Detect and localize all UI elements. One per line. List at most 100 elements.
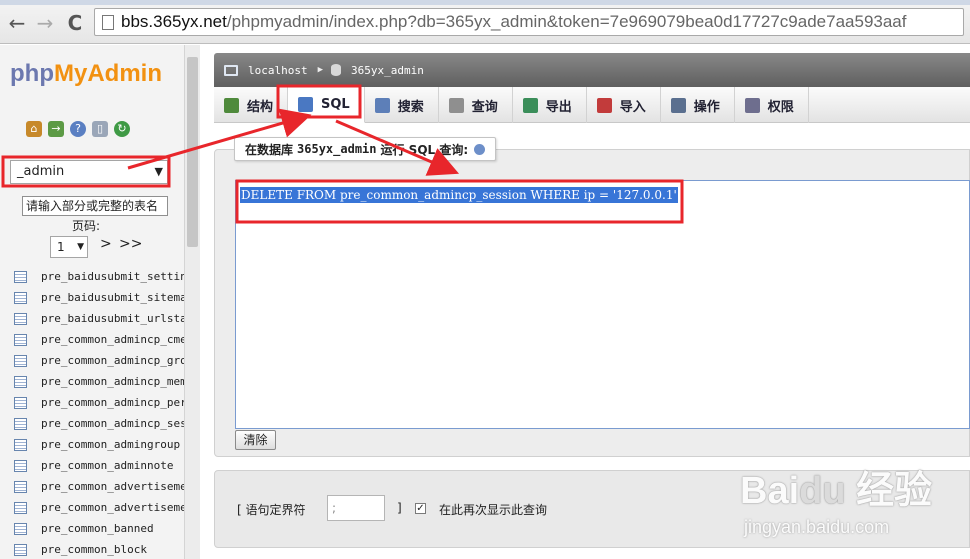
home-icon[interactable]: ⌂	[26, 121, 42, 137]
url-text[interactable]: bbs.365yx.net/phpmyadmin/index.php?db=36…	[121, 12, 907, 32]
breadcrumb-database[interactable]: 365yx_admin	[351, 64, 424, 77]
table-name[interactable]: pre_common_admingroup	[41, 438, 180, 451]
tab-label: 结构	[247, 99, 274, 115]
query-icon	[448, 97, 464, 113]
logout-icon[interactable]: →	[48, 121, 64, 137]
structure-icon	[224, 97, 239, 113]
docs-icon[interactable]: ▯	[92, 121, 108, 137]
table-name[interactable]: pre_baidusubmit_sitemap	[41, 291, 184, 304]
table-icon[interactable]	[14, 480, 27, 493]
tab-sql[interactable]: SQL	[288, 87, 365, 123]
table-icon[interactable]	[14, 333, 27, 346]
table-icon[interactable]	[14, 438, 27, 451]
quick-links: ⌂ → ? ▯ ↻	[26, 121, 130, 137]
tab-label: 导入	[619, 99, 646, 115]
table-name[interactable]: pre_common_block	[41, 543, 147, 556]
browser-tabstrip	[0, 0, 970, 5]
table-name[interactable]: pre_common_advertisement_custom	[41, 501, 184, 514]
show-query-label[interactable]: 在此再次显示此查询	[439, 501, 547, 518]
table-icon[interactable]	[14, 291, 27, 304]
delimiter-bracket: ]	[397, 501, 402, 515]
table-item[interactable]: pre_common_admingroup	[14, 434, 184, 455]
table-name[interactable]: pre_common_banned	[41, 522, 154, 535]
tab-query[interactable]: 查询	[439, 87, 513, 123]
table-item[interactable]: pre_common_admincp_session	[14, 413, 184, 434]
table-item[interactable]: pre_common_advertisement	[14, 476, 184, 497]
table-item[interactable]: pre_common_banned	[14, 518, 184, 539]
next-page-link[interactable]: >	[100, 236, 112, 252]
table-icon[interactable]	[14, 354, 27, 367]
table-icon[interactable]	[14, 312, 27, 325]
delimiter-input[interactable]: ;	[327, 495, 385, 521]
sql-query-text: DELETE FROM pre_common_admincp_session W…	[240, 187, 678, 203]
table-name[interactable]: pre_common_adminnote	[41, 459, 173, 472]
table-name[interactable]: pre_common_advertisement	[41, 480, 184, 493]
table-icon[interactable]	[14, 543, 27, 556]
table-name[interactable]: pre_common_admincp_cmenu	[41, 333, 184, 346]
table-filter-input[interactable]: 请输入部分或完整的表名	[22, 196, 168, 216]
table-item[interactable]: pre_common_admincp_perm	[14, 392, 184, 413]
tab-bar: 结构 SQL 搜索 查询 导出 导入 操作 权限	[214, 87, 970, 123]
reload-icon[interactable]: ↻	[114, 121, 130, 137]
legend-database: 365yx_admin	[297, 142, 377, 156]
tab-label: 权限	[767, 99, 794, 115]
url-host: bbs.365yx.net	[121, 12, 227, 31]
breadcrumb-server[interactable]: localhost	[248, 64, 308, 77]
table-name[interactable]: pre_baidusubmit_setting	[41, 270, 184, 283]
forward-button[interactable]: →	[34, 12, 56, 34]
clear-button[interactable]: 清除	[235, 430, 276, 450]
tab-structure[interactable]: 结构	[214, 87, 289, 123]
table-icon[interactable]	[14, 522, 27, 535]
operations-icon	[670, 97, 686, 113]
table-icon[interactable]	[14, 375, 27, 388]
browser-toolbar: ← → C bbs.365yx.net/phpmyadmin/index.php…	[0, 0, 970, 44]
table-name[interactable]: pre_baidusubmit_urlstat	[41, 312, 184, 325]
phpmyadmin-logo[interactable]: phpMyAdmin	[10, 60, 162, 88]
page-icon	[102, 15, 114, 30]
last-page-link[interactable]: >>	[119, 236, 142, 252]
page-select-value: 1	[57, 240, 65, 254]
tab-search[interactable]: 搜索	[365, 87, 439, 123]
sql-query-textarea[interactable]: DELETE FROM pre_common_admincp_session W…	[235, 180, 970, 429]
watermark-jingyan: 经验	[856, 470, 933, 512]
table-icon[interactable]	[14, 417, 27, 430]
baidu-jingyan-watermark: Baidu 经验 jingyan.baidu.com	[740, 455, 970, 559]
table-name[interactable]: pre_common_admincp_session	[41, 417, 184, 430]
table-item[interactable]: pre_baidusubmit_sitemap	[14, 287, 184, 308]
tab-export[interactable]: 导出	[513, 87, 587, 123]
navigation-scrollbar[interactable]	[184, 45, 200, 559]
page-select[interactable]: 1 ▼	[50, 236, 88, 258]
table-item[interactable]: pre_baidusubmit_setting	[14, 266, 184, 287]
scrollbar-thumb[interactable]	[187, 57, 198, 247]
help-icon[interactable]: ?	[70, 121, 86, 137]
tab-operations[interactable]: 操作	[661, 87, 735, 123]
table-item[interactable]: pre_baidusubmit_urlstat	[14, 308, 184, 329]
back-button[interactable]: ←	[6, 12, 28, 34]
tab-label: 导出	[545, 99, 572, 115]
table-icon[interactable]	[14, 501, 27, 514]
table-name[interactable]: pre_common_admincp_group	[41, 354, 184, 367]
table-icon[interactable]	[14, 459, 27, 472]
table-name[interactable]: pre_common_admincp_member	[41, 375, 184, 388]
breadcrumb: localhost ▶ 365yx_admin	[214, 53, 970, 87]
tab-label: 操作	[693, 99, 720, 115]
privileges-icon	[744, 97, 760, 113]
reload-button[interactable]: C	[64, 12, 86, 34]
table-name[interactable]: pre_common_admincp_perm	[41, 396, 184, 409]
address-bar[interactable]: bbs.365yx.net/phpmyadmin/index.php?db=36…	[94, 8, 964, 36]
table-item[interactable]: pre_common_advertisement_custom	[14, 497, 184, 518]
table-item[interactable]: pre_common_admincp_cmenu	[14, 329, 184, 350]
tab-privileges[interactable]: 权限	[735, 87, 809, 123]
table-icon[interactable]	[14, 270, 27, 283]
database-select[interactable]: _admin ▼	[10, 160, 168, 184]
table-item[interactable]: pre_common_admincp_member	[14, 371, 184, 392]
show-query-checkbox[interactable]: ✓	[415, 503, 426, 514]
table-item[interactable]: pre_common_block	[14, 539, 184, 559]
tab-import[interactable]: 导入	[587, 87, 661, 123]
table-item[interactable]: pre_common_adminnote	[14, 455, 184, 476]
help-icon[interactable]	[474, 143, 486, 155]
table-item[interactable]: pre_common_admincp_group	[14, 350, 184, 371]
tab-label: 查询	[471, 99, 498, 115]
table-icon[interactable]	[14, 396, 27, 409]
delimiter-label: [ 语句定界符	[237, 503, 306, 517]
